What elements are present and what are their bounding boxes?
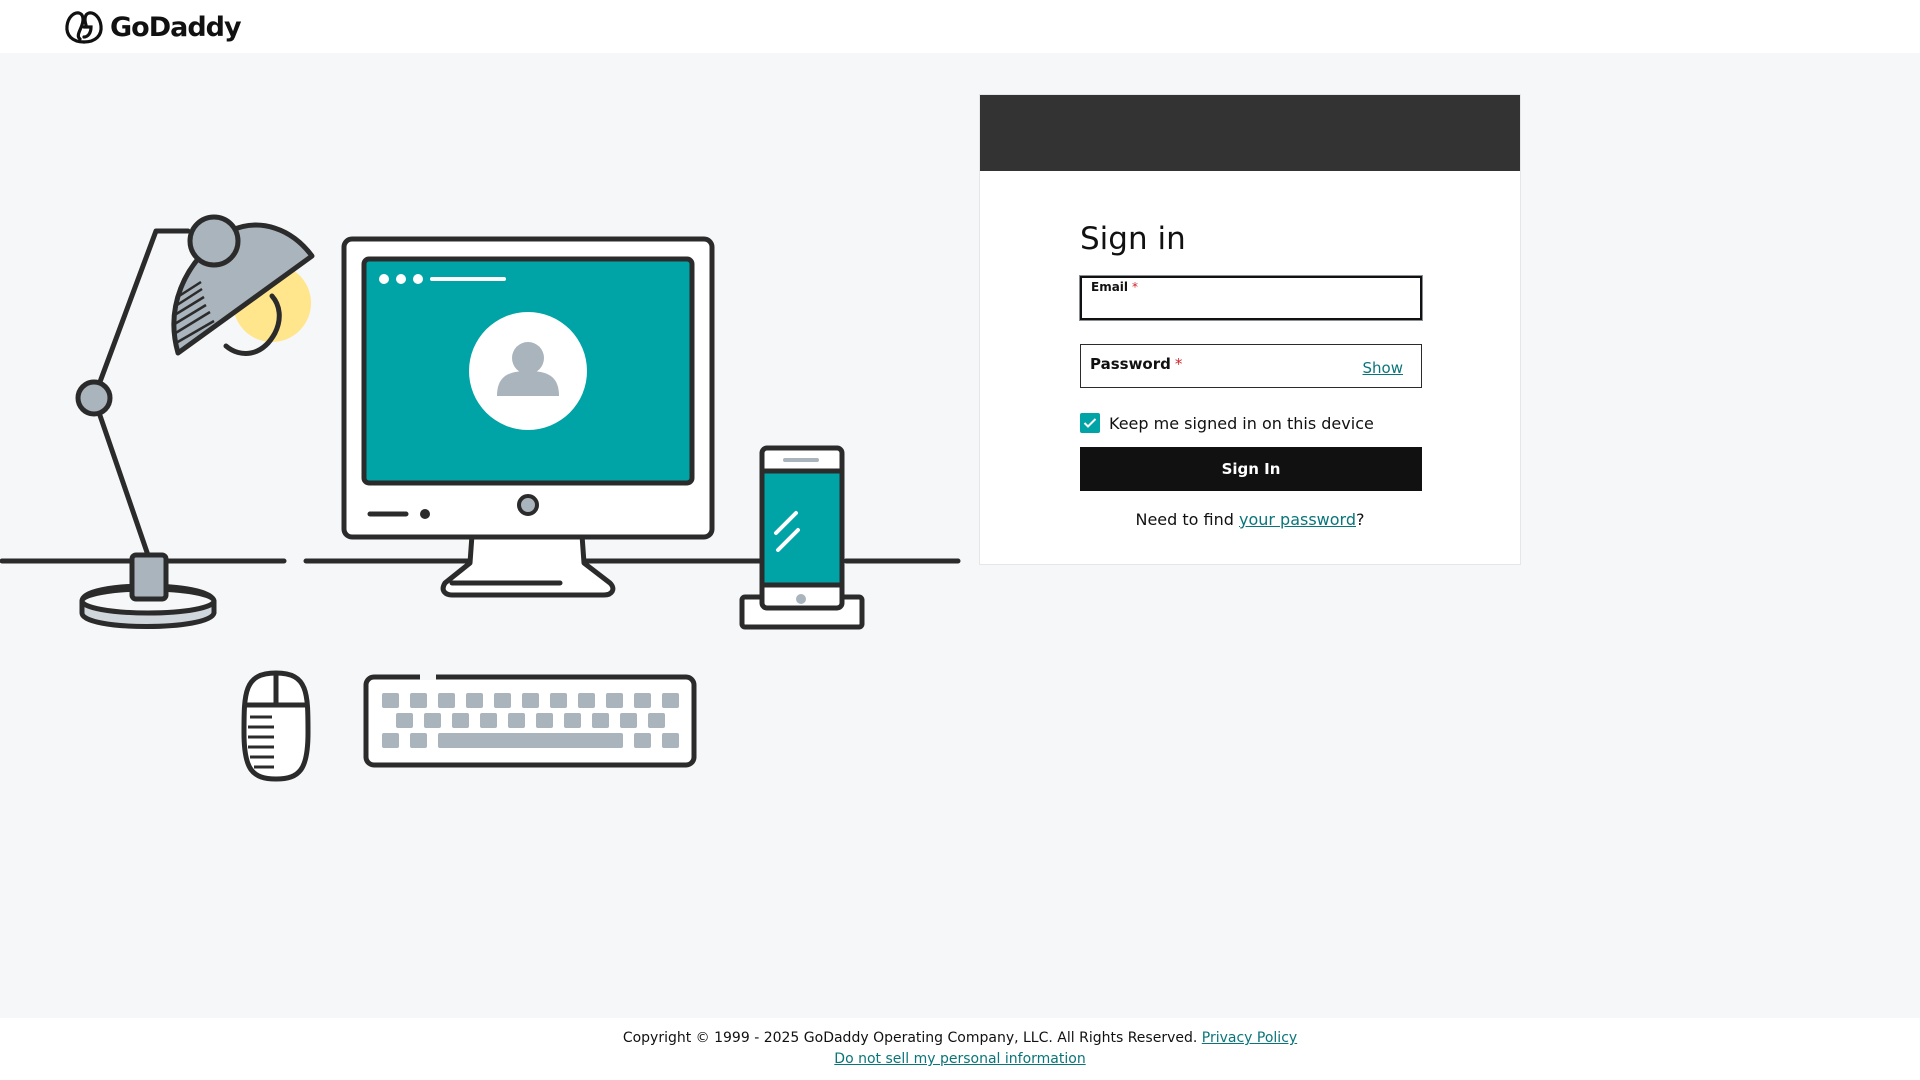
keep-signed-in-row[interactable]: Keep me signed in on this device bbox=[1080, 413, 1374, 433]
page-footer: Copyright © 1999 - 2025 GoDaddy Operatin… bbox=[0, 1018, 1920, 1080]
email-field[interactable]: Email * bbox=[1080, 276, 1422, 320]
footer-dns-row: Do not sell my personal information bbox=[0, 1051, 1920, 1067]
keyboard-icon bbox=[363, 674, 697, 768]
godaddy-logo-icon bbox=[65, 11, 103, 44]
keep-signed-in-checkbox[interactable] bbox=[1080, 413, 1100, 433]
brand-name: GoDaddy bbox=[110, 11, 242, 43]
copyright-text: Copyright © 1999 - 2025 GoDaddy Operatin… bbox=[622, 1030, 1198, 1046]
privacy-policy-link[interactable]: Privacy Policy bbox=[1202, 1030, 1297, 1046]
mouse-icon bbox=[241, 670, 311, 782]
password-field[interactable]: Password * Show bbox=[1080, 344, 1422, 388]
checkmark-icon bbox=[1083, 418, 1097, 428]
signin-card: Sign in Email * Password * Show Keep me si… bbox=[979, 94, 1521, 565]
lamp-icon bbox=[75, 214, 315, 629]
desk-illustration bbox=[0, 214, 961, 782]
required-marker: * bbox=[1132, 280, 1139, 294]
show-password-link[interactable]: Show bbox=[1363, 359, 1403, 377]
password-help: Need to find your password? bbox=[980, 510, 1520, 529]
footer-copyright-row: Copyright © 1999 - 2025 GoDaddy Operatin… bbox=[0, 1030, 1920, 1046]
card-banner bbox=[980, 95, 1520, 171]
password-input[interactable] bbox=[1090, 362, 1341, 384]
email-input[interactable] bbox=[1091, 293, 1411, 315]
do-not-sell-link[interactable]: Do not sell my personal information bbox=[834, 1051, 1085, 1067]
signin-button[interactable]: Sign In bbox=[1080, 447, 1422, 491]
help-suffix: ? bbox=[1356, 510, 1365, 529]
top-header: GoDaddy bbox=[0, 0, 1920, 53]
help-prefix: Need to find bbox=[1135, 510, 1239, 529]
page-title: Sign in bbox=[1080, 221, 1186, 257]
find-password-link[interactable]: your password bbox=[1239, 510, 1356, 529]
phone-icon bbox=[739, 445, 865, 630]
monitor-icon bbox=[341, 236, 715, 598]
email-label: Email * bbox=[1091, 280, 1139, 294]
keep-signed-in-label: Keep me signed in on this device bbox=[1109, 413, 1374, 433]
godaddy-logo[interactable]: GoDaddy bbox=[64, 8, 242, 46]
